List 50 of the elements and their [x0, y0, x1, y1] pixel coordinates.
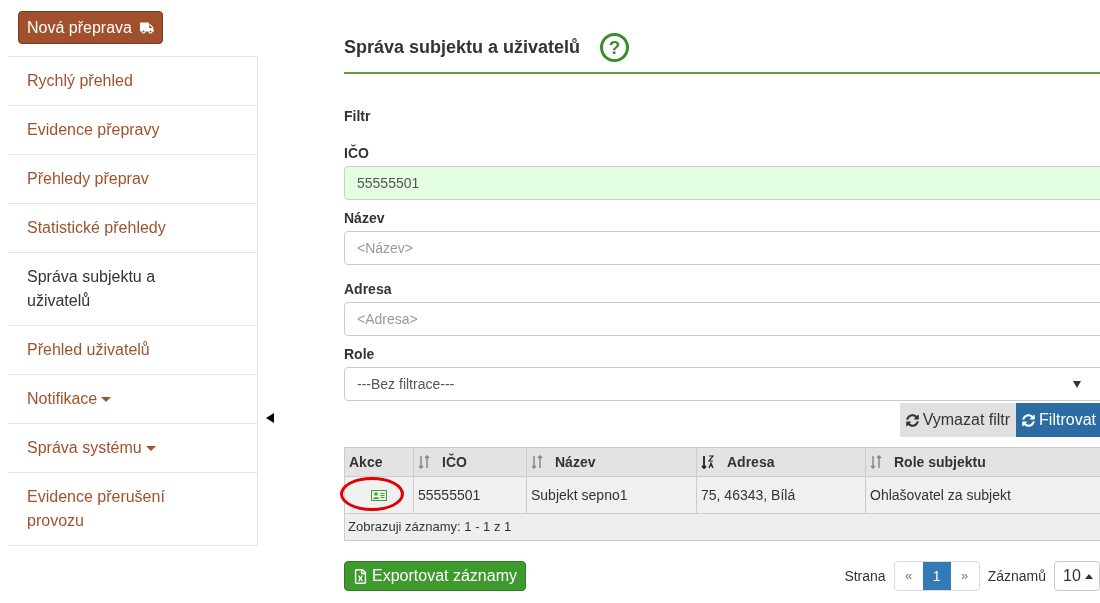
sidebar-item[interactable]: Přehled uživatelů	[8, 326, 257, 375]
sort-icon	[418, 455, 430, 469]
role-select[interactable]: ---Bez filtrace---	[344, 367, 1100, 401]
sidebar-item[interactable]: Notifikace	[8, 375, 257, 424]
filter-heading: Filtr	[344, 107, 371, 126]
field-label: Název	[344, 209, 385, 228]
export-button[interactable]: Exportovat záznamy	[344, 561, 526, 591]
page-size-select[interactable]: 10	[1054, 561, 1100, 591]
refresh-icon	[1022, 413, 1036, 427]
table-cell: 55555501	[414, 477, 527, 513]
sidebar-item[interactable]: Evidence přepravy	[8, 106, 257, 155]
sidebar-item[interactable]: Správa subjektu a uživatelů	[8, 253, 257, 326]
table-cell: Ohlašovatel za subjekt	[866, 477, 1100, 513]
caret-icon	[145, 446, 156, 452]
sidebar-item[interactable]: Přehledy přeprav	[8, 155, 257, 204]
field-label: IČO	[344, 143, 369, 163]
filter-button[interactable]: Filtrovat	[1016, 403, 1100, 437]
field-label: Adresa	[344, 280, 392, 299]
page-size-label: Záznamů	[987, 566, 1046, 586]
previous-page-link[interactable]: «	[894, 562, 923, 590]
page-link[interactable]: 1	[922, 562, 951, 590]
clear-filter-button[interactable]: Vymazat filtr	[899, 403, 1017, 437]
sidebar-item[interactable]: Evidence přerušení provozu	[8, 473, 257, 546]
sidebar-item[interactable]: Statistické přehledy	[8, 204, 257, 253]
sidebar-item[interactable]: Správa systému	[8, 424, 257, 473]
id-card-icon[interactable]	[371, 489, 387, 501]
table-cell: Subjekt sepno1	[527, 477, 697, 513]
input-field[interactable]: <Adresa>	[344, 302, 1100, 336]
caret-icon	[101, 397, 112, 403]
sort-icon	[531, 455, 543, 469]
sort-icon	[870, 455, 882, 469]
input-field[interactable]: <Název>	[344, 231, 1100, 265]
caret-icon	[1084, 573, 1093, 579]
input-field[interactable]: 55555501	[344, 166, 1100, 200]
records-info: Zobrazuji záznamy: 1 - 1 z 1	[348, 518, 512, 537]
collapse-icon[interactable]	[266, 413, 274, 423]
next-page-link[interactable]: »	[950, 562, 979, 590]
truck-icon	[139, 20, 154, 35]
sidebar-item[interactable]: Rychlý přehled	[8, 56, 257, 106]
refresh-icon	[905, 413, 919, 427]
new-transport-button[interactable]: Nová přeprava	[18, 11, 163, 44]
field-label: Role	[344, 345, 375, 364]
spreadsheet-icon	[353, 568, 368, 584]
table-cell: 75, 46343, Bílá	[697, 477, 866, 513]
dropdown-icon	[1073, 380, 1081, 388]
sort-alpha-icon	[701, 455, 715, 469]
help-icon[interactable]: ?	[600, 32, 630, 62]
page-title: Správa subjektu a uživatelů	[344, 35, 581, 59]
highlight-circle	[340, 477, 404, 511]
page-label: Strana	[844, 566, 886, 586]
